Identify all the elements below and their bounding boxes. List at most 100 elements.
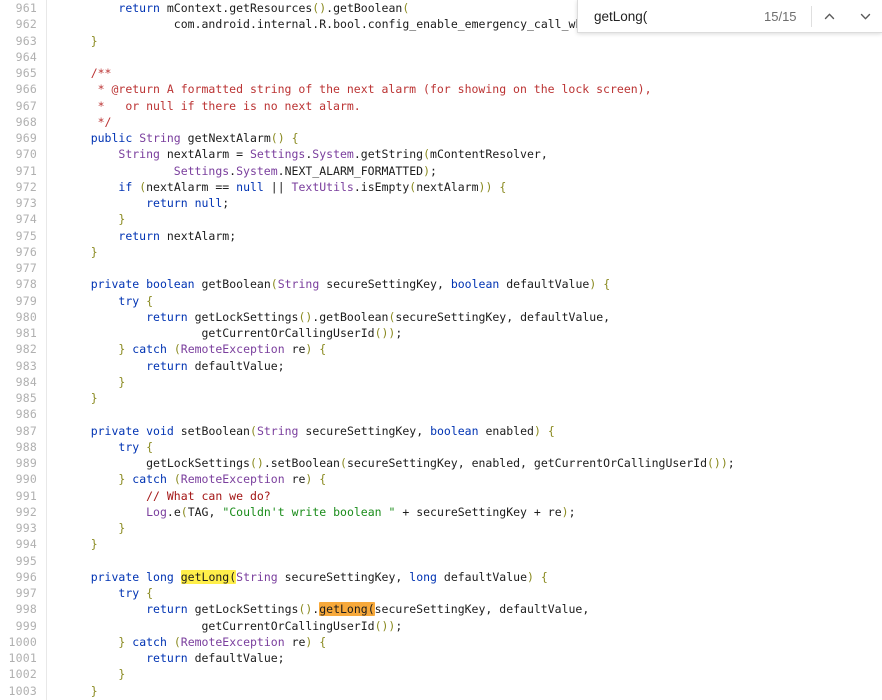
- line-number: 992: [15, 504, 37, 519]
- code-line-list: 961 return mContext.getResources().getBo…: [0, 0, 882, 700]
- code-line[interactable]: 1003 }: [0, 683, 882, 699]
- code-line[interactable]: 973 return null;: [0, 195, 882, 211]
- code-line[interactable]: 980 return getLockSettings().getBoolean(…: [0, 309, 882, 325]
- code-line[interactable]: 971 Settings.System.NEXT_ALARM_FORMATTED…: [0, 163, 882, 179]
- code-text: getCurrentOrCallingUserId());: [201, 618, 403, 633]
- line-number: 987: [15, 423, 37, 438]
- chevron-down-icon: [859, 10, 872, 23]
- code-line[interactable]: 1000 } catch (RemoteException re) {: [0, 634, 882, 650]
- code-viewer[interactable]: 961 return mContext.getResources().getBo…: [0, 0, 882, 700]
- code-line[interactable]: 976 }: [0, 244, 882, 260]
- line-number: 996: [15, 569, 37, 584]
- code-text: // What can we do?: [146, 488, 271, 503]
- code-line[interactable]: 997 try {: [0, 585, 882, 601]
- code-line[interactable]: 993 }: [0, 520, 882, 536]
- line-number: 970: [15, 147, 37, 162]
- code-line[interactable]: 983 return defaultValue;: [0, 358, 882, 374]
- line-number: 1003: [8, 683, 37, 698]
- code-line[interactable]: 968 */: [0, 114, 882, 130]
- line-number: 978: [15, 277, 37, 292]
- line-number: 972: [15, 179, 37, 194]
- code-text: return getLockSettings().getLong(secureS…: [146, 602, 590, 617]
- code-text: }: [90, 391, 98, 405]
- code-line[interactable]: 970 String nextAlarm = Settings.System.g…: [0, 146, 882, 162]
- code-line[interactable]: 972 if (nextAlarm == null || TextUtils.i…: [0, 179, 882, 195]
- line-number: 1002: [8, 667, 37, 682]
- code-text: } catch (RemoteException re) {: [118, 634, 327, 649]
- code-text: private long getLong(String secureSettin…: [90, 569, 548, 584]
- code-text: if (nextAlarm == null || TextUtils.isEmp…: [118, 179, 507, 194]
- code-line[interactable]: 991 // What can we do?: [0, 488, 882, 504]
- line-number: 976: [15, 244, 37, 259]
- code-line[interactable]: 967 * or null if there is no next alarm.: [0, 98, 882, 114]
- find-previous-button[interactable]: [812, 0, 848, 33]
- line-number: 968: [15, 114, 37, 129]
- code-line[interactable]: 966 * @return A formatted string of the …: [0, 81, 882, 97]
- code-text: * @return A formatted string of the next…: [97, 82, 652, 97]
- code-text: }: [118, 521, 126, 535]
- code-text: }: [118, 374, 126, 389]
- code-text: }: [90, 683, 98, 698]
- code-line[interactable]: 977: [0, 260, 882, 276]
- code-line[interactable]: 963 }: [0, 33, 882, 49]
- code-text: return getLockSettings().getBoolean(secu…: [146, 309, 611, 324]
- line-number: 986: [15, 407, 37, 422]
- code-line[interactable]: 984 }: [0, 374, 882, 390]
- code-line[interactable]: 982 } catch (RemoteException re) {: [0, 341, 882, 357]
- code-line[interactable]: 990 } catch (RemoteException re) {: [0, 471, 882, 487]
- code-line[interactable]: 965 /**: [0, 65, 882, 81]
- code-line[interactable]: 985 }: [0, 390, 882, 406]
- chevron-up-icon: [823, 10, 836, 23]
- line-number: 999: [15, 618, 37, 633]
- code-line[interactable]: 964: [0, 49, 882, 65]
- line-number: 980: [15, 309, 37, 324]
- code-line[interactable]: 1002 }: [0, 666, 882, 682]
- line-number: 973: [15, 196, 37, 210]
- code-line[interactable]: 1001 return defaultValue;: [0, 650, 882, 666]
- line-number: 977: [15, 261, 37, 275]
- code-line[interactable]: 979 try {: [0, 293, 882, 309]
- code-line[interactable]: 995: [0, 553, 882, 569]
- line-number: 994: [15, 537, 37, 552]
- code-text: getLockSettings().setBoolean(secureSetti…: [146, 456, 735, 470]
- code-text: }: [118, 212, 126, 227]
- code-text: * or null if there is no next alarm.: [97, 98, 361, 113]
- code-line[interactable]: 996 private long getLong(String secureSe…: [0, 569, 882, 585]
- find-input[interactable]: [594, 8, 764, 24]
- code-text: return nextAlarm;: [118, 228, 237, 243]
- code-line[interactable]: 978 private boolean getBoolean(String se…: [0, 276, 882, 292]
- line-number: 982: [15, 342, 37, 357]
- code-line[interactable]: 988 try {: [0, 439, 882, 455]
- code-line[interactable]: 987 private void setBoolean(String secur…: [0, 423, 882, 439]
- line-number: 998: [15, 602, 37, 617]
- line-number: 988: [15, 439, 37, 454]
- line-number: 969: [15, 131, 37, 145]
- code-line[interactable]: 994 }: [0, 536, 882, 552]
- find-next-button[interactable]: [848, 0, 882, 33]
- code-line[interactable]: 999 getCurrentOrCallingUserId());: [0, 618, 882, 634]
- code-text: return null;: [146, 196, 230, 210]
- code-line[interactable]: 989 getLockSettings().setBoolean(secureS…: [0, 455, 882, 471]
- line-number: 997: [15, 586, 37, 600]
- line-number: 971: [15, 163, 37, 178]
- code-text: return defaultValue;: [146, 651, 285, 665]
- line-number: 974: [15, 212, 37, 227]
- code-line[interactable]: 986: [0, 406, 882, 422]
- code-line[interactable]: 992 Log.e(TAG, "Couldn't write boolean "…: [0, 504, 882, 520]
- line-number: 961: [15, 1, 37, 15]
- code-line[interactable]: 974 }: [0, 211, 882, 227]
- line-number: 995: [15, 553, 37, 568]
- code-line[interactable]: 969 public String getNextAlarm() {: [0, 130, 882, 146]
- line-number: 966: [15, 82, 37, 97]
- code-text: try {: [118, 293, 154, 308]
- line-number: 964: [15, 49, 37, 64]
- code-line[interactable]: 981 getCurrentOrCallingUserId());: [0, 325, 882, 341]
- code-line[interactable]: 975 return nextAlarm;: [0, 228, 882, 244]
- line-number: 975: [15, 228, 37, 243]
- line-number: 985: [15, 391, 37, 405]
- line-number: 967: [15, 98, 37, 113]
- code-text: public String getNextAlarm() {: [90, 131, 299, 145]
- code-text: }: [90, 244, 98, 259]
- code-line[interactable]: 998 return getLockSettings().getLong(sec…: [0, 601, 882, 617]
- find-in-page-bar[interactable]: 15/15: [577, 0, 882, 33]
